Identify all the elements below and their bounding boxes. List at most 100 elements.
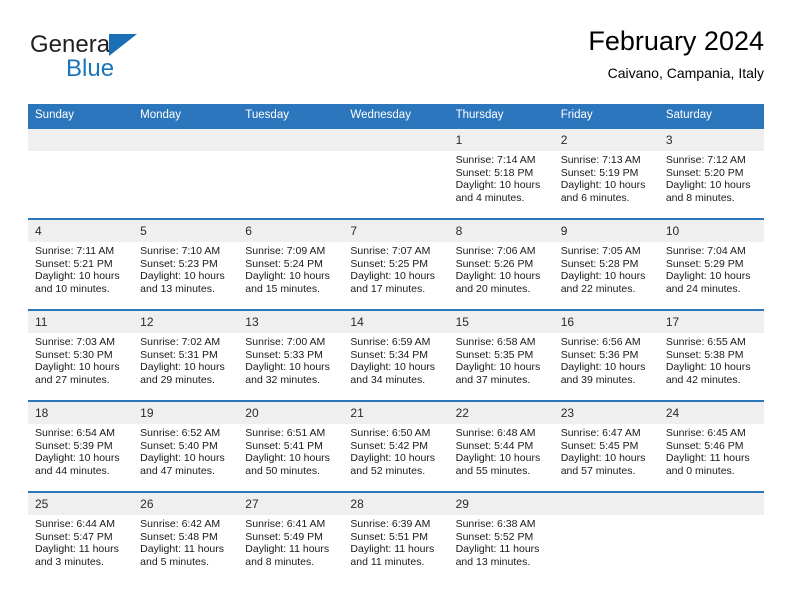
day-sun-info: Sunrise: 7:04 AM Sunset: 5:29 PM Daylight:… [659,242,764,295]
sunset-text: Sunset: 5:39 PM [35,439,113,452]
daylight-text: Daylight: 10 hours and 47 minutes. [140,452,225,477]
weekday-header-sunday: Sunday [28,104,134,128]
day-number [553,493,659,515]
day-number: 23 [553,402,659,424]
sunrise-text: Sunrise: 7:02 AM [140,336,221,348]
calendar-day-cell[interactable]: 8 Sunrise: 7:06 AM Sunset: 5:26 PM Daylight… [448,218,554,310]
day-sun-info: Sunrise: 7:06 AM Sunset: 5:26 PM Daylight:… [449,242,554,295]
title-block: February 2024 Caivano, Campania, Italy [304,24,764,82]
calendar-day-cell[interactable]: 14 Sunrise: 6:59 AM Sunset: 5:34 PM Dayligh… [343,309,449,401]
sunset-text: Sunset: 5:51 PM [350,530,429,543]
day-number [658,493,764,515]
day-number [28,129,134,151]
sunrise-text: Sunrise: 6:54 AM [35,427,115,439]
calendar-day-cell[interactable]: 6 Sunrise: 7:09 AM Sunset: 5:24 PM Daylight… [238,218,344,310]
sunrise-text: Sunrise: 6:47 AM [560,427,641,439]
calendar-day-cell[interactable]: 3 Sunrise: 7:12 AM Sunset: 5:20 PM Daylight… [658,127,764,219]
sunset-text: Sunset: 5:52 PM [455,530,534,543]
day-number: 25 [28,493,134,515]
day-sun-info: Sunrise: 7:02 AM Sunset: 5:31 PM Daylight:… [133,333,238,386]
day-number: 19 [133,402,239,424]
day-sun-info: Sunrise: 6:59 AM Sunset: 5:34 PM Daylight:… [343,333,448,386]
calendar-day-cell[interactable]: 18 Sunrise: 6:54 AM Sunset: 5:39 PM Dayligh… [28,400,134,492]
calendar-day-cell-empty [238,127,344,219]
calendar-day-cell[interactable]: 24 Sunrise: 6:45 AM Sunset: 5:46 PM Dayligh… [658,400,764,492]
weekday-header-friday: Friday [553,104,659,128]
daylight-text: Daylight: 10 hours and 42 minutes. [665,361,751,386]
calendar-week-row: 1 Sunrise: 7:14 AM Sunset: 5:18 PM Daylight… [28,127,764,219]
daylight-text: Daylight: 10 hours and 10 minutes. [35,270,120,295]
sunrise-text: Sunrise: 7:11 AM [35,245,115,257]
daylight-text: Daylight: 10 hours and 20 minutes. [455,270,541,295]
day-sun-info: Sunrise: 6:38 AM Sunset: 5:52 PM Daylight:… [449,515,554,568]
daylight-text: Daylight: 11 hours and 8 minutes. [245,543,330,568]
calendar-day-cell[interactable]: 11 Sunrise: 7:03 AM Sunset: 5:30 PM Dayligh… [28,309,134,401]
calendar-week-row: 18 Sunrise: 6:54 AM Sunset: 5:39 PM Dayligh… [28,400,764,492]
weekday-header-saturday: Saturday [658,104,764,128]
calendar-day-cell[interactable]: 25 Sunrise: 6:44 AM Sunset: 5:47 PM Dayligh… [28,491,134,583]
calendar-day-cell[interactable]: 21 Sunrise: 6:50 AM Sunset: 5:42 PM Dayligh… [343,400,449,492]
day-number: 7 [343,220,449,242]
day-number: 10 [658,220,764,242]
calendar-day-cell-empty [133,127,239,219]
daylight-text: Daylight: 10 hours and 22 minutes. [560,270,646,295]
daylight-text: Daylight: 10 hours and 17 minutes. [350,270,436,295]
calendar-day-cell[interactable]: 16 Sunrise: 6:56 AM Sunset: 5:36 PM Dayligh… [553,309,659,401]
day-number: 13 [238,311,344,333]
sunset-text: Sunset: 5:36 PM [560,348,639,361]
sunset-text: Sunset: 5:30 PM [35,348,113,361]
sunrise-text: Sunrise: 7:14 AM [455,154,536,166]
calendar-day-cell[interactable]: 20 Sunrise: 6:51 AM Sunset: 5:41 PM Dayligh… [238,400,344,492]
calendar-day-cell[interactable]: 22 Sunrise: 6:48 AM Sunset: 5:44 PM Dayligh… [448,400,554,492]
sunset-text: Sunset: 5:41 PM [245,439,323,452]
calendar-day-cell[interactable]: 26 Sunrise: 6:42 AM Sunset: 5:48 PM Dayligh… [133,491,239,583]
sunrise-text: Sunrise: 6:52 AM [140,427,221,439]
calendar-day-cell[interactable]: 12 Sunrise: 7:02 AM Sunset: 5:31 PM Dayligh… [133,309,239,401]
calendar-day-cell[interactable]: 4 Sunrise: 7:11 AM Sunset: 5:21 PM Daylight… [28,218,134,310]
sunset-text: Sunset: 5:46 PM [665,439,744,452]
day-sun-info: Sunrise: 6:44 AM Sunset: 5:47 PM Daylight:… [28,515,133,568]
calendar-day-cell[interactable]: 10 Sunrise: 7:04 AM Sunset: 5:29 PM Dayligh… [658,218,764,310]
sunrise-text: Sunrise: 6:58 AM [455,336,536,348]
daylight-text: Daylight: 10 hours and 52 minutes. [350,452,436,477]
day-number: 8 [448,220,554,242]
calendar-day-cell[interactable]: 13 Sunrise: 7:00 AM Sunset: 5:33 PM Dayligh… [238,309,344,401]
daylight-text: Daylight: 10 hours and 27 minutes. [35,361,120,386]
sunset-text: Sunset: 5:26 PM [455,257,534,270]
day-sun-info: Sunrise: 6:47 AM Sunset: 5:45 PM Daylight:… [554,424,659,477]
day-sun-info: Sunrise: 7:11 AM Sunset: 5:21 PM Daylight:… [28,242,133,295]
sunset-text: Sunset: 5:34 PM [350,348,429,361]
calendar-week-row: 25 Sunrise: 6:44 AM Sunset: 5:47 PM Dayligh… [28,491,764,583]
sunrise-text: Sunrise: 6:56 AM [560,336,641,348]
calendar-day-cell[interactable]: 2 Sunrise: 7:13 AM Sunset: 5:19 PM Daylight… [553,127,659,219]
calendar-day-cell[interactable]: 29 Sunrise: 6:38 AM Sunset: 5:52 PM Dayligh… [448,491,554,583]
calendar-day-cell[interactable]: 9 Sunrise: 7:05 AM Sunset: 5:28 PM Daylight… [553,218,659,310]
sunset-text: Sunset: 5:42 PM [350,439,429,452]
day-number: 26 [133,493,239,515]
sunset-text: Sunset: 5:33 PM [245,348,323,361]
calendar-day-cell[interactable]: 17 Sunrise: 6:55 AM Sunset: 5:38 PM Dayligh… [658,309,764,401]
day-sun-info: Sunrise: 7:03 AM Sunset: 5:30 PM Daylight:… [28,333,133,386]
daylight-text: Daylight: 10 hours and 55 minutes. [455,452,541,477]
day-sun-info: Sunrise: 7:05 AM Sunset: 5:28 PM Daylight:… [554,242,659,295]
sunset-text: Sunset: 5:24 PM [245,257,323,270]
calendar-day-cell[interactable]: 23 Sunrise: 6:47 AM Sunset: 5:45 PM Dayligh… [553,400,659,492]
logo-triangle-icon [109,34,137,56]
day-sun-info: Sunrise: 7:14 AM Sunset: 5:18 PM Daylight:… [449,151,554,204]
day-number: 16 [553,311,659,333]
day-sun-info: Sunrise: 6:39 AM Sunset: 5:51 PM Daylight:… [343,515,448,568]
calendar-day-cell[interactable]: 19 Sunrise: 6:52 AM Sunset: 5:40 PM Dayligh… [133,400,239,492]
calendar-week-row: 4 Sunrise: 7:11 AM Sunset: 5:21 PM Daylight… [28,218,764,310]
day-sun-info: Sunrise: 6:55 AM Sunset: 5:38 PM Daylight:… [659,333,764,386]
sunset-text: Sunset: 5:31 PM [140,348,218,361]
calendar-day-cell[interactable]: 7 Sunrise: 7:07 AM Sunset: 5:25 PM Daylight… [343,218,449,310]
daylight-text: Daylight: 10 hours and 13 minutes. [140,270,225,295]
day-number [343,129,449,151]
calendar-day-cell[interactable]: 27 Sunrise: 6:41 AM Sunset: 5:49 PM Dayligh… [238,491,344,583]
calendar-day-cell[interactable]: 5 Sunrise: 7:10 AM Sunset: 5:23 PM Daylight… [133,218,239,310]
sunset-text: Sunset: 5:40 PM [140,439,218,452]
calendar-header-row: Sunday Monday Tuesday Wednesday Thursday… [28,104,764,128]
calendar-day-cell[interactable]: 1 Sunrise: 7:14 AM Sunset: 5:18 PM Daylight… [448,127,554,219]
calendar-day-cell[interactable]: 28 Sunrise: 6:39 AM Sunset: 5:51 PM Dayligh… [343,491,449,583]
calendar-day-cell[interactable]: 15 Sunrise: 6:58 AM Sunset: 5:35 PM Dayligh… [448,309,554,401]
